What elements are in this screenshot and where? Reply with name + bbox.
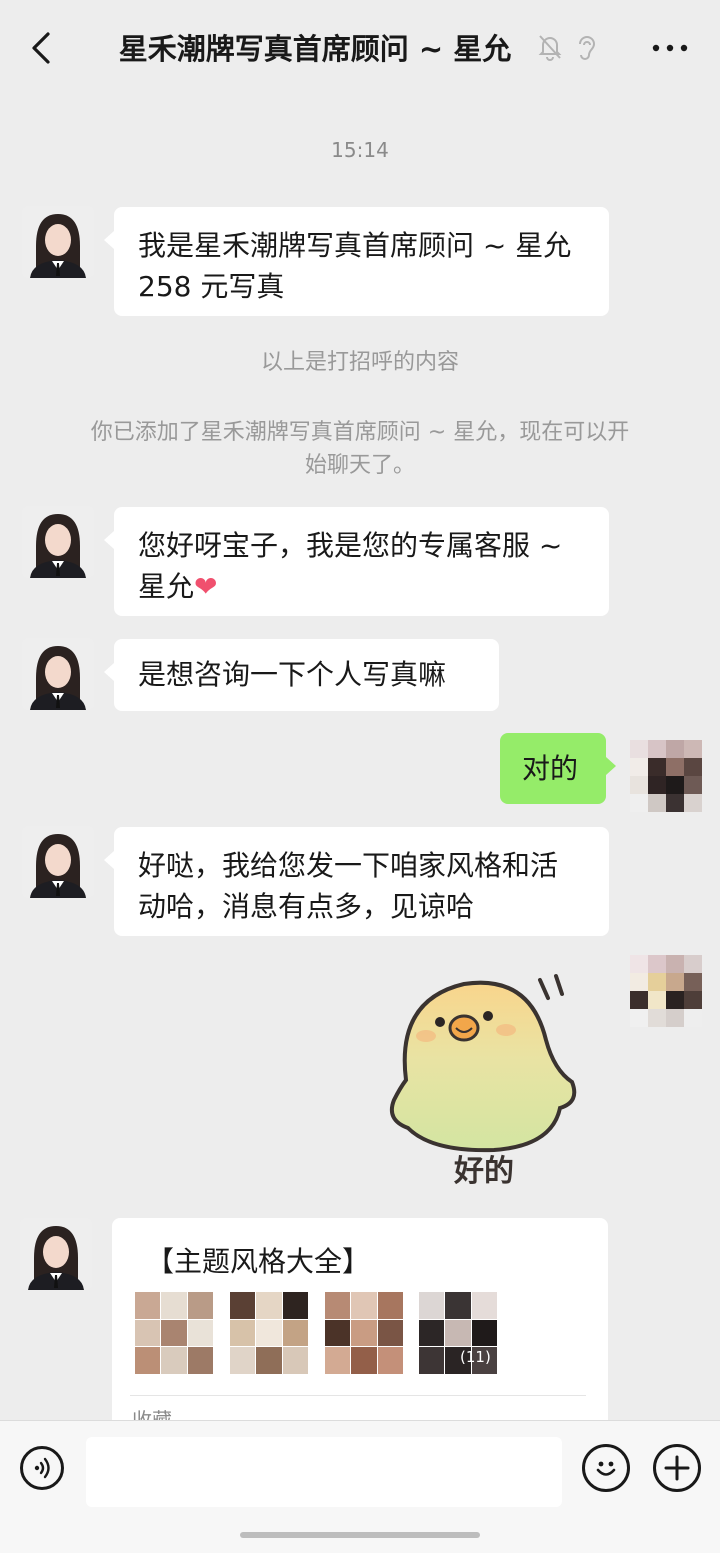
thumbnail-grid — [230, 1292, 308, 1374]
voice-icon — [34, 1457, 50, 1479]
card-divider — [130, 1395, 586, 1396]
ear-icon — [579, 36, 596, 60]
emoji-icon — [596, 1461, 616, 1476]
card-title: 【主题风格大全】 — [146, 1245, 371, 1278]
heart-emoji-icon: ❤ — [194, 570, 218, 603]
self-avatar[interactable] — [630, 740, 702, 812]
incoming-message-bubble[interactable]: 是想咨询一下个人写真嘛 — [104, 639, 499, 711]
sticker-message[interactable]: 好的 — [384, 970, 594, 1190]
outgoing-message-bubble[interactable]: 对的 — [500, 733, 616, 804]
sticker-caption: 好的 — [454, 1154, 514, 1189]
more-icon[interactable] — [648, 30, 692, 66]
thumbnail-grid — [325, 1292, 403, 1374]
system-note: 以上是打招呼的内容 — [260, 350, 459, 375]
thumb-count-badge: (11) — [460, 1348, 491, 1366]
avatar-portrait-icon — [22, 506, 94, 578]
contact-avatar[interactable] — [22, 826, 94, 898]
plus-icon — [664, 1455, 690, 1481]
system-note-line: 始聊天了。 — [304, 453, 415, 478]
input-bar — [0, 1420, 720, 1553]
bird-sticker-icon — [389, 974, 577, 1153]
more-functions-button[interactable] — [653, 1444, 701, 1492]
mute-bell-icon — [538, 35, 562, 61]
avatar-portrait-icon — [20, 1218, 92, 1290]
avatar-portrait-icon — [22, 826, 94, 898]
message-input[interactable] — [86, 1437, 562, 1507]
voice-toggle-button[interactable] — [20, 1446, 64, 1490]
system-note-added: 你已添加了星禾潮牌写真首席顾问 ~ 星允，现在可以开 始聊天了。 — [50, 416, 670, 482]
contact-avatar[interactable] — [22, 506, 94, 578]
message-timestamp: 15:14 — [331, 138, 389, 162]
home-indicator — [240, 1532, 480, 1538]
back-icon[interactable] — [24, 28, 60, 68]
contact-avatar[interactable] — [22, 638, 94, 710]
incoming-message-bubble[interactable]: 好哒，我给您发一下咱家风格和活 动哈，消息有点多，见谅哈 — [104, 827, 609, 936]
chat-header: 星禾潮牌写真首席顾问 ~ 星允 — [0, 0, 720, 96]
incoming-message-bubble[interactable]: 我是星禾潮牌写真首席顾问 ~ 星允 258 元写真 — [104, 207, 609, 316]
chat-title: 星禾潮牌写真首席顾问 ~ 星允 — [118, 32, 512, 66]
system-note-line: 你已添加了星禾潮牌写真首席顾问 ~ 星允，现在可以开 — [90, 420, 630, 445]
incoming-message-bubble[interactable]: 您好呀宝子，我是您的专属客服 ~ 星允❤ — [104, 507, 609, 616]
avatar-portrait-icon — [22, 638, 94, 710]
avatar-portrait-icon — [22, 206, 94, 278]
contact-avatar[interactable] — [22, 206, 94, 278]
emoji-button[interactable] — [582, 1444, 630, 1492]
favorite-card-message[interactable]: 【主题风格大全】 (11) 收藏 — [112, 1218, 608, 1438]
thumbnail-grid — [135, 1292, 213, 1374]
self-avatar[interactable] — [630, 955, 702, 1027]
contact-avatar[interactable] — [20, 1218, 92, 1290]
